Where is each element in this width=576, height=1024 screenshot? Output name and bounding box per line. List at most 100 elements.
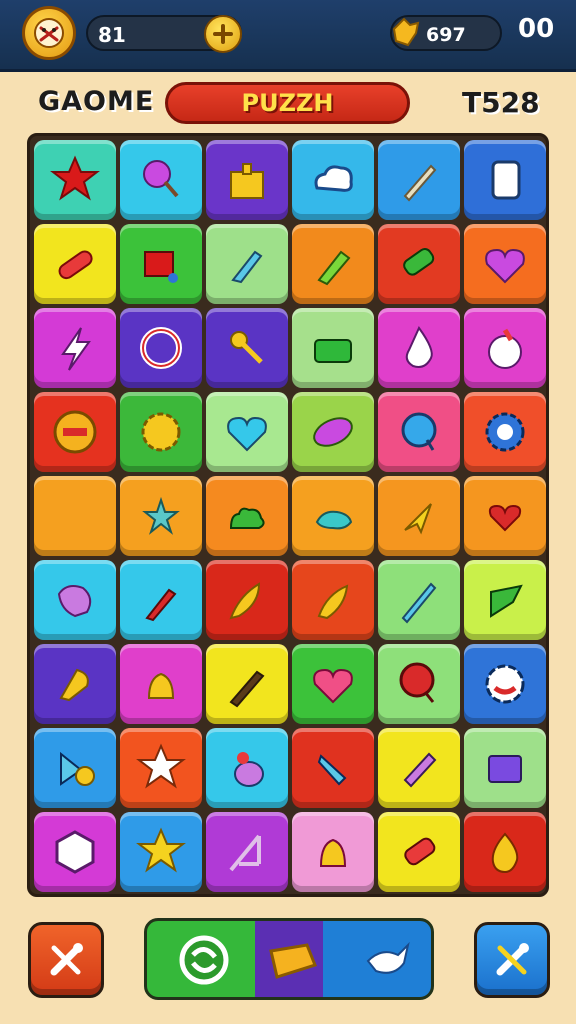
- board-tile[interactable]: [206, 728, 288, 808]
- board-tile[interactable]: [292, 728, 374, 808]
- board-tile[interactable]: [378, 308, 460, 388]
- bell-flower-icon: [317, 584, 349, 620]
- lives-counter: 81: [86, 15, 242, 53]
- board-tile[interactable]: [292, 560, 374, 640]
- left-tool-button[interactable]: [28, 922, 104, 998]
- board-tile[interactable]: [292, 224, 374, 304]
- level-label: T528: [462, 86, 540, 119]
- board-tile[interactable]: [34, 560, 116, 640]
- booster-bar: [144, 918, 434, 1000]
- booster-bird[interactable]: [352, 927, 422, 993]
- board-tile[interactable]: [34, 224, 116, 304]
- board-tile[interactable]: [120, 140, 202, 220]
- basket-icon: [314, 339, 352, 363]
- board-tile[interactable]: [120, 476, 202, 556]
- board-tile[interactable]: [120, 812, 202, 892]
- board-tile[interactable]: [34, 476, 116, 556]
- board-tile[interactable]: [292, 392, 374, 472]
- board-tile[interactable]: [206, 140, 288, 220]
- fire-icon: [491, 832, 519, 874]
- board-tile[interactable]: [378, 140, 460, 220]
- white-star-icon: [136, 743, 186, 789]
- board-tile[interactable]: [464, 476, 546, 556]
- board-tile[interactable]: [206, 644, 288, 724]
- board-tile[interactable]: [292, 140, 374, 220]
- cloud-icon: [314, 165, 353, 192]
- balloon-icon: [401, 412, 437, 451]
- right-tool-button[interactable]: [474, 922, 550, 998]
- gift-box-icon: [230, 163, 264, 199]
- board-tile[interactable]: [206, 392, 288, 472]
- phone-icon: [403, 247, 435, 276]
- board-tile[interactable]: [206, 560, 288, 640]
- board-tile[interactable]: [464, 560, 546, 640]
- board-tile[interactable]: [34, 728, 116, 808]
- add-lives-button[interactable]: [204, 15, 242, 53]
- pink-heart-icon: [313, 668, 353, 704]
- gold-feather-icon: [229, 582, 261, 620]
- board-tile[interactable]: [292, 812, 374, 892]
- green-pennant-icon: [490, 584, 523, 618]
- teal-fish-icon: [315, 510, 353, 530]
- board-tile[interactable]: [120, 728, 202, 808]
- blue-sword-icon: [401, 582, 437, 624]
- pink-tube-icon: [403, 752, 437, 788]
- booster-refresh[interactable]: [169, 927, 239, 993]
- leaf-ball-icon: [313, 417, 353, 447]
- board-tile[interactable]: [206, 308, 288, 388]
- board-tile[interactable]: [292, 644, 374, 724]
- board-tile[interactable]: [378, 560, 460, 640]
- red-star-icon: [50, 155, 100, 201]
- board-tile[interactable]: [378, 728, 460, 808]
- potion-icon: [234, 752, 264, 787]
- board-tile[interactable]: [34, 140, 116, 220]
- rocket-icon: [59, 668, 89, 702]
- board-tile[interactable]: [206, 476, 288, 556]
- top-right-value: 00: [518, 14, 555, 44]
- gold-coin-icon: [392, 17, 420, 47]
- paint-brush-icon: [229, 670, 265, 708]
- banner-title: PUZZH: [241, 89, 334, 117]
- board-tile[interactable]: [120, 560, 202, 640]
- puzzle-board: [27, 133, 549, 897]
- board-tile[interactable]: [378, 644, 460, 724]
- booster-ticket[interactable]: [257, 927, 327, 993]
- board-tile[interactable]: [34, 812, 116, 892]
- red-block-icon: [144, 251, 178, 283]
- board-tile[interactable]: [34, 644, 116, 724]
- blue-gear-icon: [485, 412, 525, 452]
- board-tile[interactable]: [120, 224, 202, 304]
- board-tile[interactable]: [464, 644, 546, 724]
- board-tile[interactable]: [292, 476, 374, 556]
- yellow-arrow-icon: [404, 503, 432, 535]
- blue-heart-icon: [227, 416, 267, 452]
- board-tile[interactable]: [292, 308, 374, 388]
- board-tile[interactable]: [378, 476, 460, 556]
- chip-icon: [488, 755, 522, 783]
- board-tile[interactable]: [378, 392, 460, 472]
- board-tile[interactable]: [464, 224, 546, 304]
- board-tile[interactable]: [206, 224, 288, 304]
- board-tile[interactable]: [120, 644, 202, 724]
- harp-icon: [229, 834, 261, 872]
- coins-value: 697: [426, 24, 466, 46]
- red-flower-icon: [485, 664, 525, 704]
- drop-icon: [405, 326, 433, 368]
- board-tile[interactable]: [120, 392, 202, 472]
- board-tile[interactable]: [378, 812, 460, 892]
- board-tile[interactable]: [378, 224, 460, 304]
- board-tile[interactable]: [464, 392, 546, 472]
- board-tile[interactable]: [206, 812, 288, 892]
- board-tile[interactable]: [464, 140, 546, 220]
- wand-icon: [230, 331, 263, 364]
- board-tile[interactable]: [464, 308, 546, 388]
- board-tile[interactable]: [464, 728, 546, 808]
- player-avatar[interactable]: [22, 6, 76, 60]
- red-heart-icon: [488, 504, 522, 532]
- board-tile[interactable]: [34, 392, 116, 472]
- board-tile[interactable]: [34, 308, 116, 388]
- green-marker-icon: [317, 250, 351, 286]
- board-tile[interactable]: [120, 308, 202, 388]
- red-balloon-icon: [399, 662, 435, 703]
- board-tile[interactable]: [464, 812, 546, 892]
